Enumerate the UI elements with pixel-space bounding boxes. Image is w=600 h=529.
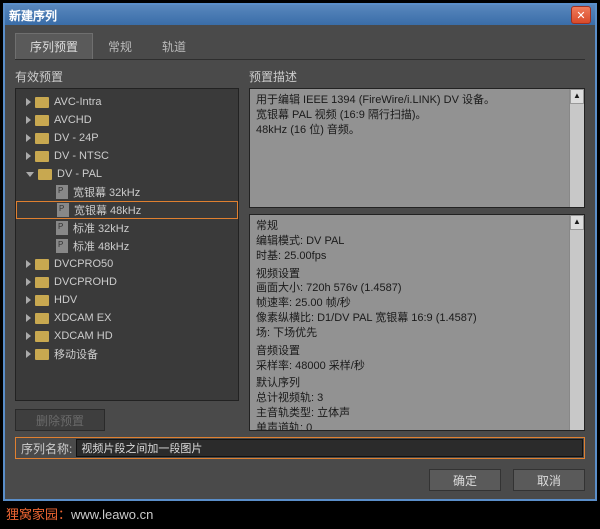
sequence-name-row: 序列名称: (15, 437, 585, 459)
tree-folder[interactable]: HDV (16, 291, 238, 309)
tree-folder[interactable]: XDCAM HD (16, 327, 238, 345)
folder-icon (35, 151, 49, 162)
window-title: 新建序列 (9, 7, 57, 24)
tree-preset[interactable]: 标准 48kHz (16, 237, 238, 255)
scrollbar[interactable]: ▲ (569, 89, 584, 207)
sequence-name-label: 序列名称: (17, 440, 76, 457)
tree-folder[interactable]: DVCPRO50 (16, 255, 238, 273)
tree-preset[interactable]: 宽银幕 32kHz (16, 183, 238, 201)
tree-folder[interactable]: DV - 24P (16, 129, 238, 147)
detail-box: 常规 编辑模式: DV PAL 时基: 25.00fps 视频设置 画面大小: … (249, 214, 585, 431)
folder-icon (35, 133, 49, 144)
folder-icon (35, 115, 49, 126)
folder-icon (35, 97, 49, 108)
cancel-button[interactable]: 取消 (513, 469, 585, 491)
folder-icon (35, 349, 49, 360)
tab-preset[interactable]: 序列预置 (15, 33, 93, 59)
tree-preset-selected[interactable]: 宽银幕 48kHz (16, 201, 238, 219)
scrollbar[interactable]: ▲ (569, 215, 584, 430)
tab-general[interactable]: 常规 (93, 33, 147, 59)
tree-preset[interactable]: 标准 32kHz (16, 219, 238, 237)
preset-icon (56, 185, 68, 199)
description-box: 用于编辑 IEEE 1394 (FireWire/i.LINK) DV 设备。 … (249, 88, 585, 208)
tree-folder[interactable]: DV - NTSC (16, 147, 238, 165)
folder-icon (35, 331, 49, 342)
preset-tree[interactable]: AVC-Intra AVCHD DV - 24P DV - NTSC DV - … (15, 88, 239, 401)
ok-button[interactable]: 确定 (429, 469, 501, 491)
folder-icon (35, 295, 49, 306)
folder-icon (35, 259, 49, 270)
tree-folder[interactable]: XDCAM EX (16, 309, 238, 327)
preset-icon (56, 221, 68, 235)
tab-tracks[interactable]: 轨道 (147, 33, 201, 59)
watermark: 狸窝家园：www.leawo.cn (6, 504, 153, 523)
preset-icon (57, 203, 69, 217)
tree-folder[interactable]: AVCHD (16, 111, 238, 129)
sequence-name-input[interactable] (76, 439, 583, 457)
available-presets-label: 有效预置 (15, 68, 239, 85)
folder-icon (35, 313, 49, 324)
preset-icon (56, 239, 68, 253)
close-button[interactable]: ✕ (571, 6, 591, 24)
titlebar: 新建序列 ✕ (5, 5, 595, 25)
tree-folder[interactable]: 移动设备 (16, 345, 238, 363)
tree-folder[interactable]: AVC-Intra (16, 93, 238, 111)
folder-icon (38, 169, 52, 180)
tree-folder[interactable]: DVCPROHD (16, 273, 238, 291)
tab-bar: 序列预置 常规 轨道 (15, 33, 585, 60)
tree-folder-dvpal[interactable]: DV - PAL (16, 165, 238, 183)
folder-icon (35, 277, 49, 288)
delete-preset-button[interactable]: 删除预置 (15, 409, 105, 431)
preset-desc-label: 预置描述 (249, 68, 585, 85)
